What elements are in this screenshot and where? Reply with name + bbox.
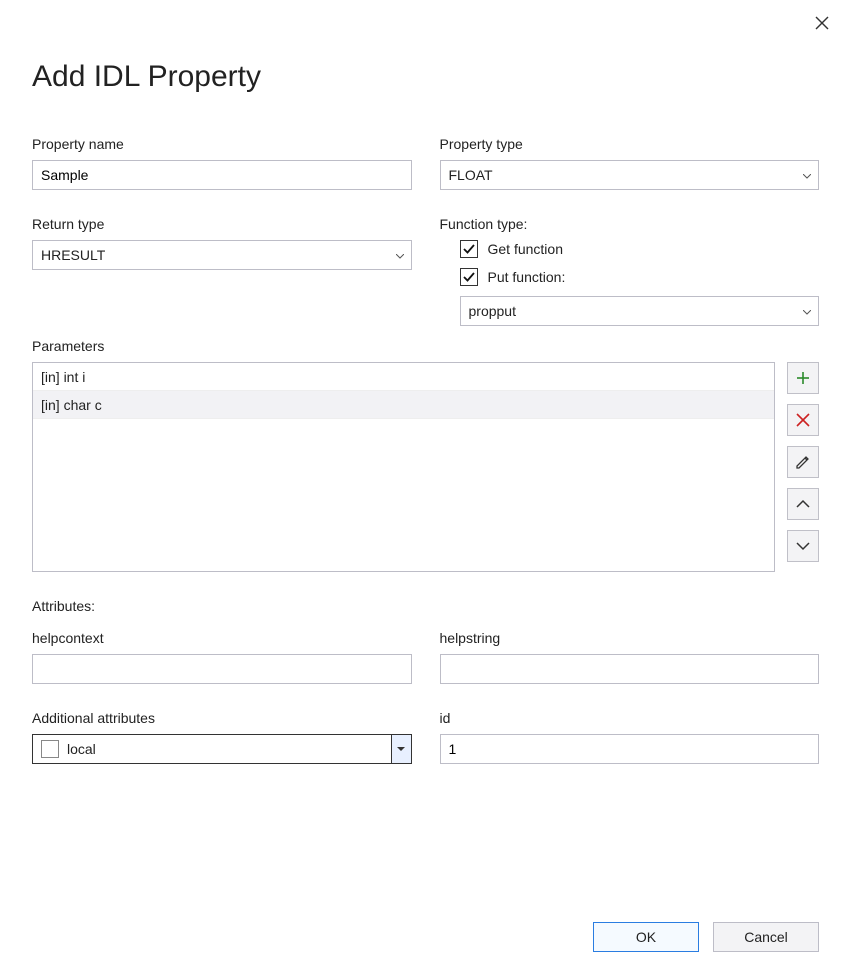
id-input[interactable] (440, 734, 820, 764)
put-function-checkbox[interactable] (460, 268, 478, 286)
plus-icon (795, 370, 811, 386)
function-type-label: Function type: (440, 216, 820, 232)
return-type-select[interactable]: HRESULT (32, 240, 412, 270)
additional-dropdown-button[interactable] (391, 735, 411, 763)
chevron-up-icon (796, 499, 810, 509)
param-row[interactable]: [in] int i (33, 363, 774, 391)
get-function-label: Get function (488, 241, 564, 257)
helpstring-label: helpstring (440, 630, 820, 646)
property-type-value: FLOAT (449, 167, 493, 183)
move-up-button[interactable] (787, 488, 819, 520)
edit-parameter-button[interactable] (787, 446, 819, 478)
ok-button[interactable]: OK (593, 922, 699, 952)
x-icon (796, 413, 810, 427)
additional-attributes-value: local (67, 741, 391, 757)
put-function-label: Put function: (488, 269, 566, 285)
check-icon (463, 271, 475, 283)
chevron-down-icon (796, 541, 810, 551)
param-row[interactable]: [in] char c (33, 391, 774, 419)
property-name-label: Property name (32, 136, 412, 152)
parameters-label: Parameters (32, 338, 819, 354)
put-mode-select[interactable]: propput (460, 296, 820, 326)
close-button[interactable] (815, 16, 829, 35)
close-icon (815, 16, 829, 30)
dialog-title: Add IDL Property (32, 60, 819, 94)
cancel-button[interactable]: Cancel (713, 922, 819, 952)
chevron-down-icon (397, 747, 405, 752)
add-parameter-button[interactable] (787, 362, 819, 394)
additional-attributes-select[interactable]: local (32, 734, 412, 764)
id-label: id (440, 710, 820, 726)
move-down-button[interactable] (787, 530, 819, 562)
helpcontext-label: helpcontext (32, 630, 412, 646)
attributes-label: Attributes: (32, 598, 819, 614)
add-idl-property-dialog: Add IDL Property Property name Return ty… (0, 0, 851, 976)
additional-local-checkbox[interactable] (41, 740, 59, 758)
get-function-checkbox[interactable] (460, 240, 478, 258)
property-type-label: Property type (440, 136, 820, 152)
additional-attributes-label: Additional attributes (32, 710, 412, 726)
property-name-input[interactable] (32, 160, 412, 190)
return-type-value: HRESULT (41, 247, 105, 263)
parameters-listbox[interactable]: [in] int i [in] char c (32, 362, 775, 572)
property-type-select[interactable]: FLOAT (440, 160, 820, 190)
remove-parameter-button[interactable] (787, 404, 819, 436)
check-icon (463, 243, 475, 255)
return-type-label: Return type (32, 216, 412, 232)
helpstring-input[interactable] (440, 654, 820, 684)
pencil-icon (795, 454, 811, 470)
put-mode-value: propput (469, 303, 516, 319)
helpcontext-input[interactable] (32, 654, 412, 684)
